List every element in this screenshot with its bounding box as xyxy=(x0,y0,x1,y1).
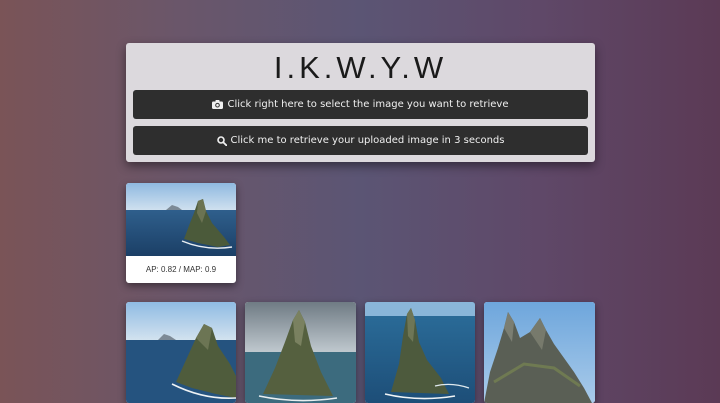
retrieve-label: Click me to retrieve your uploaded image… xyxy=(230,135,505,146)
gallery-item[interactable] xyxy=(484,302,595,403)
island-photo xyxy=(126,302,236,403)
select-image-button[interactable]: Click right here to select the image you… xyxy=(133,90,588,119)
gallery-item[interactable] xyxy=(365,302,475,403)
query-image xyxy=(126,183,236,256)
select-image-label: Click right here to select the image you… xyxy=(227,99,509,110)
retrieve-button[interactable]: Click me to retrieve your uploaded image… xyxy=(133,126,588,155)
island-photo xyxy=(365,302,475,403)
gallery-item[interactable] xyxy=(126,302,236,403)
gallery-item[interactable] xyxy=(245,302,356,403)
score-caption: AP: 0.82 / MAP: 0.9 xyxy=(145,265,217,274)
upload-panel: I.K.W.Y.W Click right here to select the… xyxy=(126,43,595,162)
island-photo xyxy=(245,302,356,403)
app-title: I.K.W.Y.W xyxy=(273,50,448,85)
search-icon xyxy=(216,135,227,146)
camera-icon xyxy=(212,100,224,109)
island-photo xyxy=(484,302,595,403)
query-result-card: AP: 0.82 / MAP: 0.9 xyxy=(126,183,236,283)
